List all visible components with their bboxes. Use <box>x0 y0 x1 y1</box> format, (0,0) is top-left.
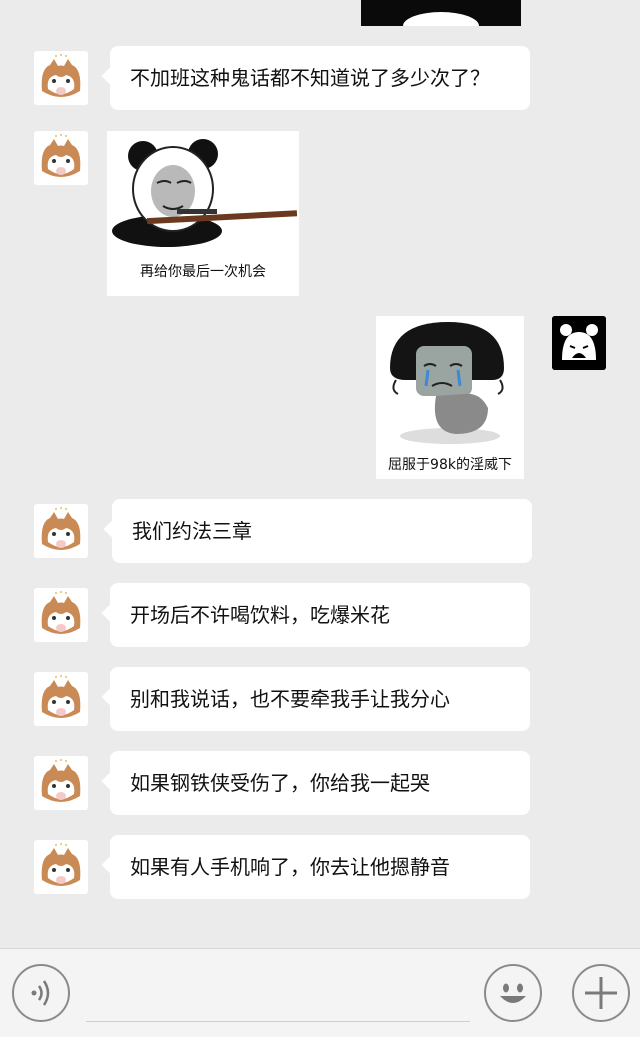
contact-avatar[interactable] <box>34 756 88 810</box>
message-bubble[interactable]: 如果钢铁侠受伤了，你给我一起哭 <box>110 751 530 815</box>
contact-avatar[interactable] <box>34 131 88 185</box>
sticker-caption: 屈服于98k的淫威下 <box>388 457 512 473</box>
voice-icon <box>31 980 50 1006</box>
message-bubble[interactable]: 别和我说话，也不要牵我手让我分心 <box>110 667 530 731</box>
previous-sticker-image[interactable] <box>361 0 521 26</box>
panda-sniper-image <box>112 139 298 247</box>
message-text: 开场后不许喝饮料，吃爆米花 <box>130 603 390 627</box>
sticker-message[interactable]: 屈服于98k的淫威下 <box>376 316 524 479</box>
input-bar <box>0 948 640 1037</box>
voice-button[interactable] <box>12 964 70 1022</box>
message-text: 我们约法三章 <box>132 519 252 543</box>
crying-mushroom-head-image <box>390 322 504 444</box>
chat-area: 不加班这种鬼话都不知道说了多少次了？ 再给你最后一次机会 屈服于98k的淫威下 … <box>0 0 640 948</box>
my-avatar[interactable] <box>552 316 606 370</box>
sticker-caption: 再给你最后一次机会 <box>140 264 266 280</box>
message-bubble[interactable]: 我们约法三章 <box>112 499 532 563</box>
plus-button[interactable] <box>572 964 630 1022</box>
message-bubble[interactable]: 如果有人手机响了，你去让他摁静音 <box>110 835 530 899</box>
contact-avatar[interactable] <box>34 504 88 558</box>
message-text: 如果有人手机响了，你去让他摁静音 <box>130 855 450 879</box>
sticker-message[interactable]: 再给你最后一次机会 <box>107 131 299 296</box>
message-text: 不加班这种鬼话都不知道说了多少次了？ <box>130 66 490 90</box>
contact-avatar[interactable] <box>34 840 88 894</box>
plus-icon <box>585 977 617 1009</box>
message-text: 如果钢铁侠受伤了，你给我一起哭 <box>130 771 430 795</box>
emoji-icon <box>500 983 526 1003</box>
contact-avatar[interactable] <box>34 51 88 105</box>
contact-avatar[interactable] <box>34 588 88 642</box>
message-bubble[interactable]: 不加班这种鬼话都不知道说了多少次了？ <box>110 46 530 110</box>
emoji-button[interactable] <box>484 964 542 1022</box>
message-input[interactable] <box>86 1021 470 1022</box>
contact-avatar[interactable] <box>34 672 88 726</box>
message-bubble[interactable]: 开场后不许喝饮料，吃爆米花 <box>110 583 530 647</box>
message-text: 别和我说话，也不要牵我手让我分心 <box>130 687 450 711</box>
